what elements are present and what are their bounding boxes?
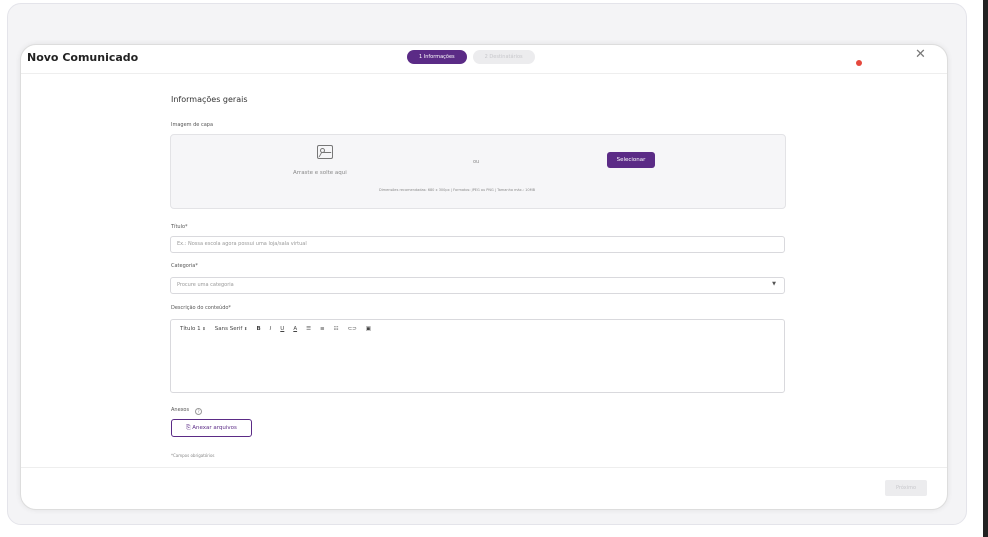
- font-select[interactable]: Sans Serif ⬍: [215, 326, 248, 332]
- category-placeholder: Procure uma categoria: [177, 282, 234, 288]
- cover-dropzone[interactable]: Arraste e solte aqui ou Selecionar Dimen…: [170, 134, 786, 209]
- select-file-button[interactable]: Selecionar: [607, 152, 655, 168]
- underline-button[interactable]: U: [280, 326, 284, 332]
- footer-divider: [21, 467, 947, 468]
- category-label: Categoria*: [171, 263, 198, 269]
- editor-toolbar: Título 1 ⬍ Sans Serif ⬍ B I U A ☰ ≡ ☷ ⊂⊃…: [180, 326, 371, 332]
- cover-label: Imagem de capa: [171, 122, 214, 128]
- stepper: 1 Informações 2 Destinatários: [407, 50, 535, 64]
- title-input[interactable]: Ex.: Nossa escola agora possui uma loja/…: [170, 236, 785, 253]
- ordered-list-icon[interactable]: ≡: [320, 326, 325, 332]
- image-insert-icon[interactable]: ▣: [366, 326, 371, 332]
- section-title: Informações gerais: [171, 95, 248, 104]
- chevron-down-icon: ▼: [772, 281, 776, 287]
- link-icon[interactable]: ⊂⊃: [348, 326, 357, 332]
- screen-edge: [983, 0, 988, 537]
- new-announcement-modal: Novo Comunicado 1 Informações 2 Destinat…: [20, 44, 948, 510]
- attachments-label: Anexos: [171, 407, 190, 413]
- help-icon[interactable]: ?: [195, 408, 202, 415]
- heading-select[interactable]: Título 1 ⬍: [180, 326, 206, 332]
- category-select[interactable]: Procure uma categoria ▼: [170, 277, 785, 294]
- step-informacoes[interactable]: 1 Informações: [407, 50, 467, 64]
- paperclip-icon: ⎘: [186, 425, 191, 431]
- text-color-button[interactable]: A: [293, 326, 297, 332]
- close-icon[interactable]: ✕: [915, 47, 926, 62]
- notification-dot: [856, 60, 862, 66]
- bullet-list-icon[interactable]: ☷: [334, 326, 339, 332]
- image-icon: [317, 145, 333, 159]
- title-placeholder: Ex.: Nossa escola agora possui uma loja/…: [177, 241, 307, 247]
- required-note: *Campos obrigatórios: [171, 453, 215, 458]
- step-destinatarios[interactable]: 2 Destinatários: [472, 50, 535, 64]
- align-icon[interactable]: ☰: [306, 326, 311, 332]
- title-label: Título*: [171, 224, 188, 230]
- attach-files-label: Anexar arquivos: [192, 425, 237, 431]
- cover-hint: Dimensões recomendadas: 680 x 300px | Fo…: [379, 188, 536, 192]
- next-button[interactable]: Próximo: [885, 480, 927, 496]
- or-text: ou: [473, 159, 480, 165]
- attach-files-button[interactable]: ⎘ Anexar arquivos: [171, 419, 252, 437]
- drop-text: Arraste e solte aqui: [293, 170, 347, 176]
- description-editor[interactable]: Título 1 ⬍ Sans Serif ⬍ B I U A ☰ ≡ ☷ ⊂⊃…: [170, 319, 785, 393]
- bold-button[interactable]: B: [256, 326, 260, 332]
- italic-button[interactable]: I: [270, 326, 272, 332]
- description-label: Descrição do conteúdo*: [171, 305, 231, 311]
- header-divider: [21, 73, 947, 74]
- modal-title: Novo Comunicado: [27, 51, 139, 64]
